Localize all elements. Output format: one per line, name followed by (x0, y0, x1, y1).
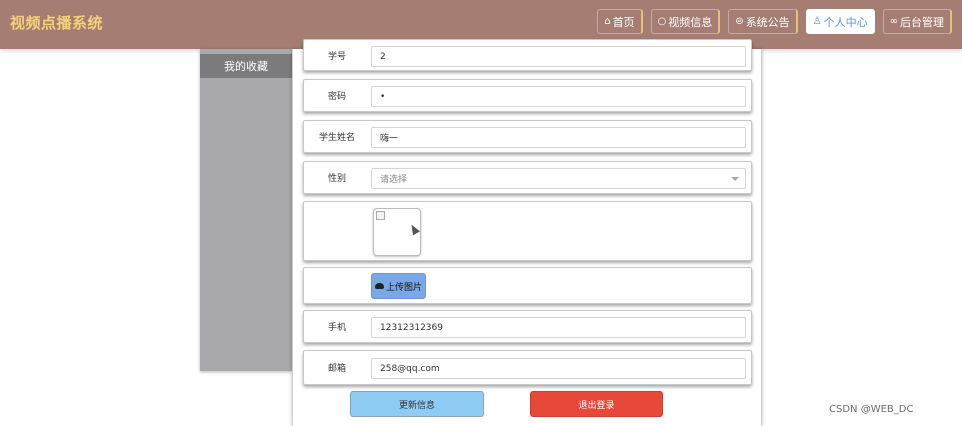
password-label: 密码 (327, 92, 346, 102)
nav-admin-label: 后台管理 (900, 15, 944, 29)
phone-row: 手机 12312312369 (303, 310, 752, 343)
cloud-upload-icon (374, 283, 384, 289)
site-title[interactable]: 视频点播系统 (10, 12, 103, 33)
gender-label: 性别 (327, 174, 346, 184)
update-info-button[interactable]: 更新信息 (350, 391, 484, 417)
nav-announcements[interactable]: ⊜ 系统公告 (728, 9, 798, 34)
nav-announcements-label: 系统公告 (745, 15, 790, 29)
logout-button[interactable]: 退出登录 (530, 391, 663, 417)
nav-personal-center-label: 个人中心 (823, 15, 868, 29)
upload-image-button[interactable]: 上传图片 (371, 273, 426, 299)
phone-input[interactable]: 12312312369 (371, 317, 746, 338)
chevron-down-icon (731, 177, 739, 181)
cursor-icon (408, 222, 420, 236)
nav-video-info[interactable]: ○ 视频信息 (650, 9, 721, 34)
nav-admin[interactable]: ∞ 后台管理 (882, 9, 952, 34)
phone-label: 手机 (327, 323, 346, 333)
student-id-label: 学号 (327, 51, 346, 62)
nav-home[interactable]: ⌂ 首页 (597, 9, 643, 34)
student-id-input[interactable]: 2 (371, 46, 746, 67)
settings-icon: ⊜ (735, 15, 744, 27)
student-name-input[interactable]: 嗨一 (371, 127, 746, 148)
chat-icon: ○ (657, 15, 667, 27)
password-row: 密码 • (303, 79, 752, 112)
email-row: 邮箱 258@qq.com (303, 350, 752, 385)
link-icon: ∞ (889, 15, 898, 27)
password-input[interactable]: • (371, 86, 746, 107)
avatar-row (303, 201, 752, 261)
main-nav: ⌂ 首页 ○ 视频信息 ⊜ 系统公告 ♙ 个人中心 ∞ 后台管理 (597, 9, 952, 34)
gender-select[interactable]: 请选择 (371, 168, 746, 189)
gender-placeholder: 请选择 (380, 175, 408, 185)
nav-personal-center[interactable]: ♙ 个人中心 (805, 9, 875, 34)
watermark: CSDN @WEB_DC (829, 404, 914, 415)
home-icon: ⌂ (604, 15, 611, 27)
upload-image-label: 上传图片 (385, 282, 422, 293)
avatar-preview[interactable] (373, 208, 421, 256)
student-id-row: 学号 2 (303, 39, 752, 71)
upload-row: 上传图片 (303, 267, 752, 304)
broken-image-icon (376, 211, 385, 220)
student-name-label: 学生姓名 (318, 133, 355, 143)
sidebar-item-favorites[interactable]: 我的收藏 (200, 54, 292, 78)
student-name-row: 学生姓名 嗨一 (303, 120, 752, 153)
sidebar: 我的收藏 (200, 49, 292, 371)
email-input[interactable]: 258@qq.com (371, 358, 746, 379)
profile-form: 学号 2 密码 • 学生姓名 嗨一 性别 请选择 上传图片 手机 1231231… (292, 39, 762, 426)
nav-home-label: 首页 (612, 15, 635, 29)
gender-row: 性别 请选择 (303, 161, 752, 194)
user-icon: ♙ (812, 15, 822, 27)
email-label: 邮箱 (327, 364, 346, 374)
nav-video-info-label: 视频信息 (668, 15, 713, 29)
